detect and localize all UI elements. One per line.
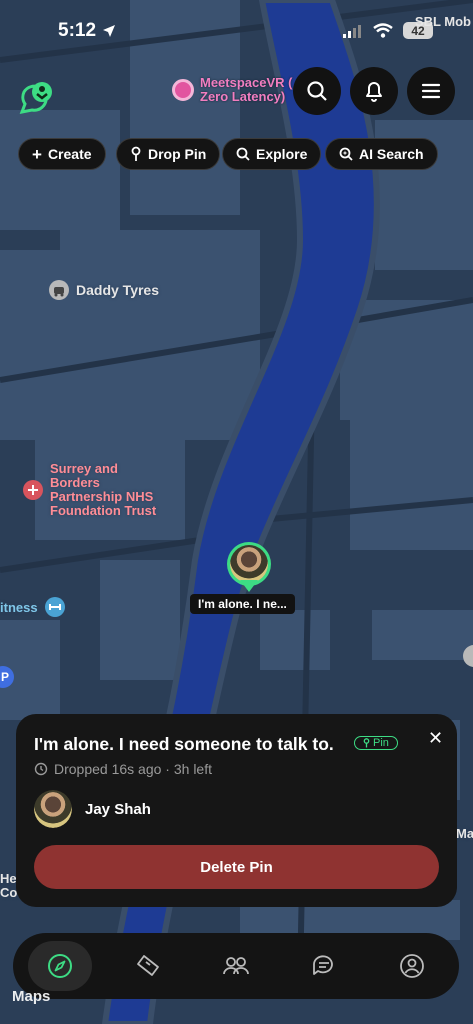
nav-people[interactable] [204,941,268,991]
ai-search-chip[interactable]: AI Search [325,138,438,170]
location-arrow-icon [103,25,116,37]
nav-tickets[interactable] [116,941,180,991]
ticket-icon [137,955,159,976]
drop-pin-chip[interactable]: Drop Pin [116,138,221,170]
pin-meta: Dropped 16s ago · 3h left [34,761,212,777]
pin-detail-card: I'm alone. I need someone to talk to. Pi… [16,714,457,907]
chat-icon [313,955,333,975]
status-time: 5:12 [58,20,116,42]
clock: 5:12 [58,20,97,41]
search-icon [307,81,327,101]
poi-nhs-label: Surrey and Borders Partnership NHS Found… [50,461,157,518]
poi-nhs-trust[interactable]: Surrey and Borders Partnership NHS Found… [22,462,156,518]
avatar[interactable] [34,790,72,828]
bell-icon [366,82,382,102]
poi-fitness[interactable]: itness [0,596,66,618]
map-screen: 5:12 42 SBL Mob MeetspaceVR ( Zero Laten… [0,0,473,1024]
search-icon [236,147,250,161]
compass-icon [48,954,72,978]
people-icon [223,957,249,975]
bottom-nav [13,933,459,999]
venue-poi[interactable]: MeetspaceVR ( Zero Latency) [172,76,292,104]
venue-marker-icon [172,79,194,101]
explore-chip[interactable]: Explore [222,138,322,170]
pin-title: I'm alone. I need someone to talk to. [34,734,334,754]
map-corner-label: SBL Mob [414,14,471,29]
profile-icon [400,954,424,978]
car-service-icon [49,280,69,300]
plus-icon: + [32,144,42,164]
nav-profile[interactable] [380,941,444,991]
app-logo[interactable] [18,80,56,119]
pin-icon [131,146,141,161]
dumbbell-icon [44,597,65,617]
menu-button[interactable] [407,67,455,115]
clock-icon [34,762,48,776]
map-edge-label: Ma [456,826,473,841]
nav-chat[interactable] [292,941,356,991]
pin-avatar-image [230,545,268,583]
pin-caption[interactable]: I'm alone. I ne... [190,594,295,614]
user-name[interactable]: Jay Shah [85,801,151,818]
notifications-button[interactable] [350,67,398,115]
wifi-icon [373,23,393,38]
pin-icon [363,738,370,748]
delete-pin-button[interactable]: Delete Pin [34,845,439,889]
create-chip[interactable]: + Create [18,138,106,170]
nav-explore[interactable] [28,941,92,991]
signal-icon [343,24,361,38]
app-logo-icon [19,82,52,115]
search-button[interactable] [293,67,341,115]
poi-daddy-tyres[interactable]: Daddy Tyres [48,279,159,301]
medical-icon [23,480,43,500]
hamburger-icon [421,83,441,99]
pin-pointer [240,580,258,592]
venue-label: MeetspaceVR ( Zero Latency) [200,75,293,104]
close-icon[interactable]: ✕ [428,728,443,749]
maps-attribution[interactable]: Maps [12,988,50,1005]
pin-type-badge: Pin [354,736,398,750]
ai-search-icon [339,147,353,161]
